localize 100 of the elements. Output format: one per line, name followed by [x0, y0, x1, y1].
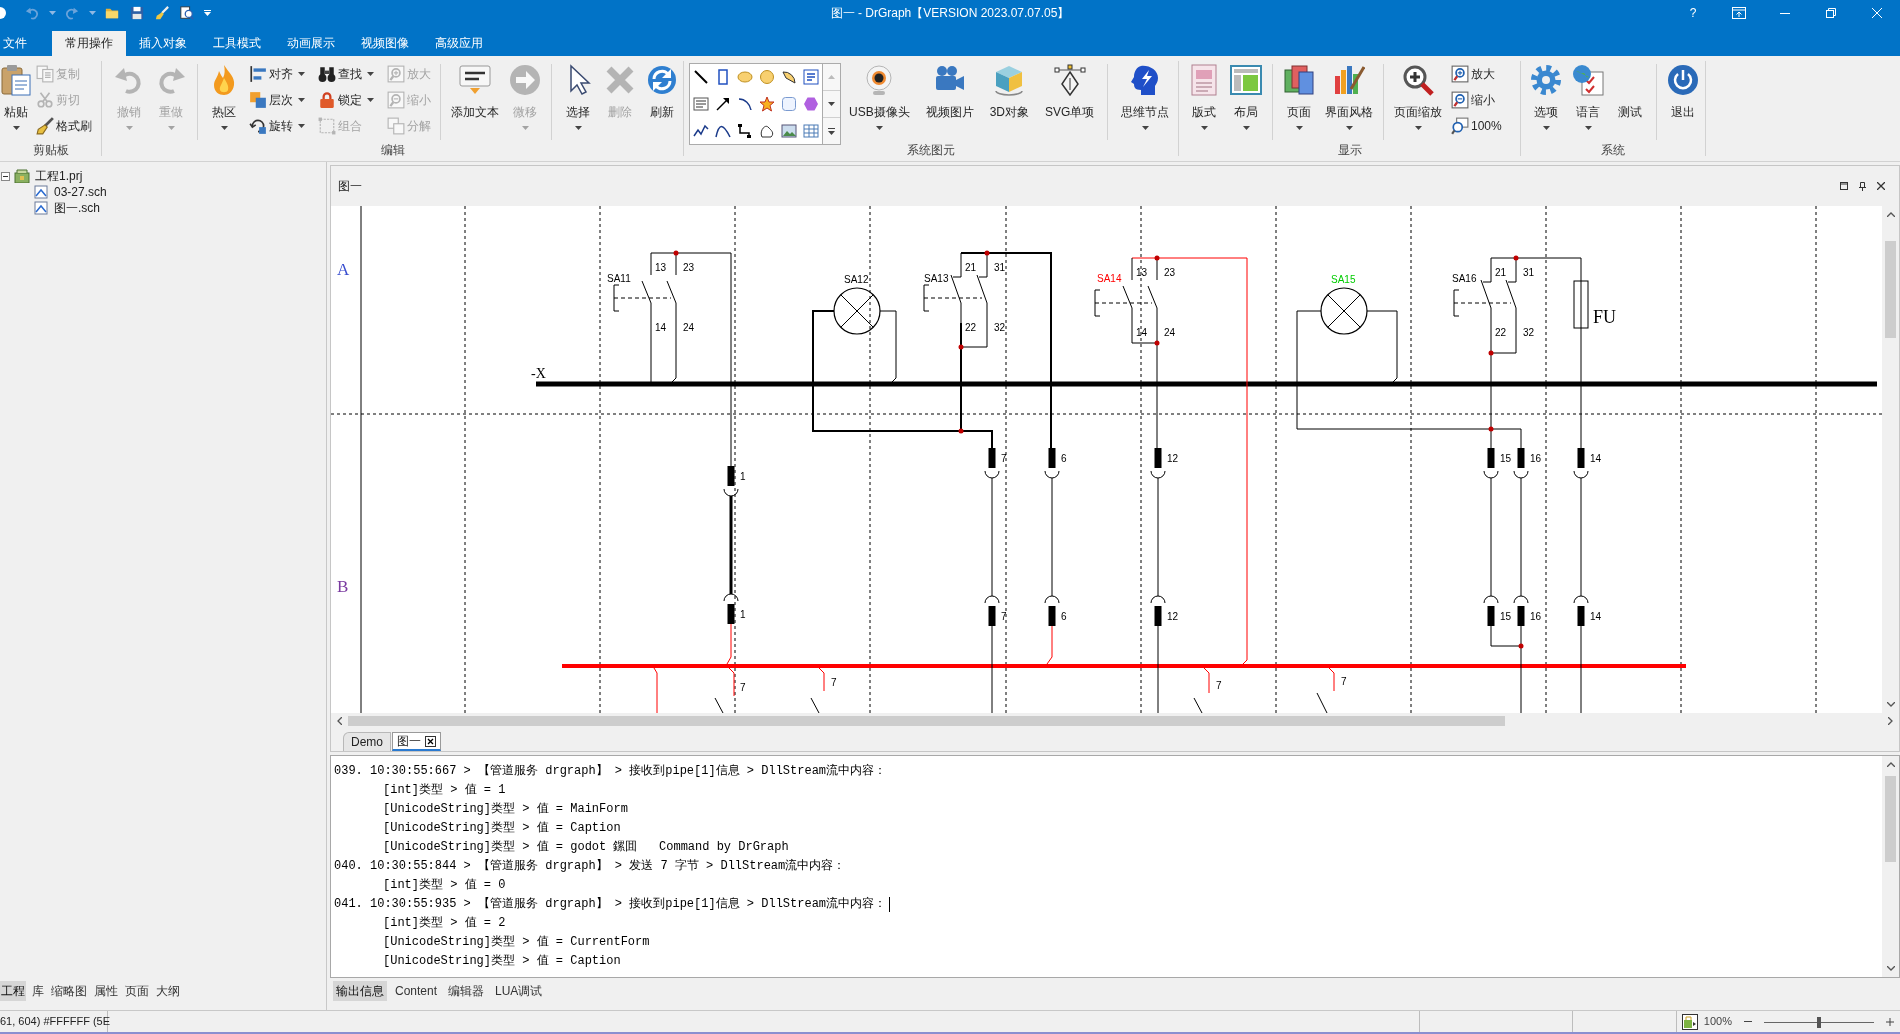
panel-tab[interactable]: 缩略图	[50, 981, 88, 1001]
tree-item[interactable]: 工程1.prj	[14, 167, 83, 185]
add-text-button[interactable]: 添加文本	[446, 62, 504, 142]
zoom-in-button[interactable]: 放大	[1447, 61, 1506, 87]
panel-tab[interactable]: 属性	[93, 981, 119, 1001]
close-icon[interactable]	[1877, 182, 1885, 190]
ribbon-tab[interactable]: 文件	[0, 31, 52, 56]
page-zoom-button[interactable]: 页面缩放	[1389, 62, 1447, 142]
picture-icon[interactable]	[781, 122, 797, 139]
ribbon-tab[interactable]: 视频图像	[348, 31, 422, 56]
test-button[interactable]: 测试	[1609, 62, 1651, 142]
lock-button[interactable]: 锁定	[314, 87, 378, 113]
rotate-button[interactable]: 旋转	[245, 113, 309, 139]
video-picture-button[interactable]: 视频图片	[917, 62, 982, 142]
output-tab[interactable]: 编辑器	[445, 981, 488, 1001]
zoom-out-button[interactable]: 缩小	[1447, 87, 1506, 113]
ribbon-tab[interactable]: 插入对象	[126, 31, 200, 56]
scissors-icon	[36, 91, 54, 109]
rounded-square-icon[interactable]	[781, 96, 797, 112]
log-line: [UnicodeString]类型 > 值 = Caption	[383, 820, 621, 837]
zoom-in-button[interactable]	[1886, 1017, 1894, 1026]
panel-tab[interactable]: 大纲	[155, 981, 181, 1001]
exit-button[interactable]: 退出	[1662, 62, 1704, 142]
circle-icon[interactable]	[759, 69, 775, 86]
align-button[interactable]: 对齐	[245, 61, 309, 87]
rectangle-icon[interactable]	[715, 69, 731, 86]
pin-number: 31	[1523, 266, 1535, 278]
options-button[interactable]: 选项	[1525, 62, 1567, 142]
actual-size-button[interactable]: 100%	[1447, 113, 1506, 139]
pin-number: 32	[1523, 326, 1535, 338]
output-tab[interactable]: 输出信息	[333, 981, 387, 1001]
arrow-icon[interactable]	[715, 96, 731, 112]
theme-button[interactable]: 界面风格	[1320, 62, 1378, 142]
panel-tab[interactable]: 页面	[124, 981, 150, 1001]
arc-icon[interactable]	[737, 96, 753, 112]
paste-button[interactable]: 粘贴	[0, 62, 32, 142]
ribbon-tab[interactable]: 常用操作	[52, 31, 126, 56]
terminal-symbol	[1044, 595, 1060, 626]
undo-icon	[25, 6, 39, 20]
log-line: 040. 10:30:55:844 > 【管道服务 drgraph】 > 发送 7 字节 > DllStream流中内容：	[334, 858, 846, 875]
text-frame-icon[interactable]	[803, 69, 819, 86]
vertical-scrollbar[interactable]	[1882, 756, 1899, 977]
ribbon-tab[interactable]: 动画展示	[274, 31, 348, 56]
component-label: SA11	[607, 272, 631, 284]
collapse-icon[interactable]	[1, 171, 10, 181]
pin-number: 24	[683, 321, 695, 333]
pie-icon[interactable]	[781, 69, 797, 86]
pin-icon[interactable]	[1859, 181, 1866, 191]
fuse-symbol	[1573, 280, 1589, 329]
order-button[interactable]: 层次	[245, 87, 309, 113]
log-line: [UnicodeString]类型 > 值 = MainForm	[383, 801, 628, 818]
ribbon-tab[interactable]: 工具模式	[200, 31, 274, 56]
refresh-button[interactable]: 刷新	[641, 62, 683, 142]
document-tab[interactable]: Demo	[343, 732, 391, 751]
pages-icon	[1283, 64, 1315, 96]
hotspot-button[interactable]: 热区	[203, 62, 245, 142]
svg-item-button[interactable]: SVG单项	[1037, 62, 1103, 142]
usb-camera-button[interactable]: USB摄像头	[841, 62, 918, 142]
slider-thumb[interactable]	[1817, 1016, 1821, 1028]
page-button[interactable]: 页面	[1278, 62, 1320, 142]
output-tab[interactable]: LUA调试	[492, 981, 546, 1001]
help-button[interactable]: ?	[1670, 0, 1716, 26]
scrollbar-thumb[interactable]	[1885, 776, 1896, 862]
language-button[interactable]: 语言	[1567, 62, 1609, 142]
text-block-icon[interactable]	[693, 96, 709, 112]
terminal-symbol	[1150, 595, 1166, 626]
star-icon[interactable]	[759, 96, 775, 112]
zoom-slider[interactable]	[1764, 1014, 1874, 1029]
tree-item[interactable]: 03-27.sch	[33, 183, 107, 201]
ribbon-group-label: 剪贴板	[32, 142, 69, 159]
select-button[interactable]: 选择	[557, 62, 599, 142]
scrollbar-thumb[interactable]	[348, 716, 1505, 726]
hexagon-icon[interactable]	[803, 96, 819, 112]
panel-tab[interactable]: 库	[31, 981, 45, 1001]
pin-number: 22	[1495, 326, 1507, 338]
terminal-number: 6	[1061, 610, 1067, 622]
scrollbar-thumb[interactable]	[1885, 241, 1896, 338]
rotate-icon	[249, 117, 267, 135]
wire-number: 7	[740, 681, 746, 693]
polyline-icon[interactable]	[693, 122, 709, 139]
format-button[interactable]: 版式	[1183, 62, 1225, 142]
connector-icon[interactable]	[737, 122, 753, 139]
output-tab[interactable]: Content	[392, 981, 441, 1001]
pin-number: 22	[965, 321, 977, 333]
window-title: 图一 - DrGraph【VERSION 2023.07.07.05】	[830, 5, 1070, 22]
terminal-symbol	[1483, 595, 1499, 626]
maximize-icon[interactable]	[1840, 182, 1848, 190]
x-mark-icon	[604, 64, 636, 96]
document-tab[interactable]: 图一	[392, 732, 441, 751]
line-tool-icon[interactable]	[693, 69, 709, 86]
3d-object-button[interactable]: 3D对象	[981, 62, 1038, 142]
tree-item[interactable]: 图一.sch	[33, 199, 100, 217]
panel-tab[interactable]: 工程	[0, 981, 26, 1001]
mind-node-button[interactable]: 思维节点	[1113, 62, 1178, 142]
close-icon[interactable]	[425, 735, 436, 747]
format-painter-button[interactable]: 格式刷	[32, 113, 96, 139]
layout-button[interactable]: 布局	[1225, 62, 1267, 142]
log-line: [int]类型 > 值 = 1	[383, 782, 506, 799]
ribbon-tab[interactable]: 高级应用	[422, 31, 496, 56]
find-button[interactable]: 查找	[314, 61, 378, 87]
